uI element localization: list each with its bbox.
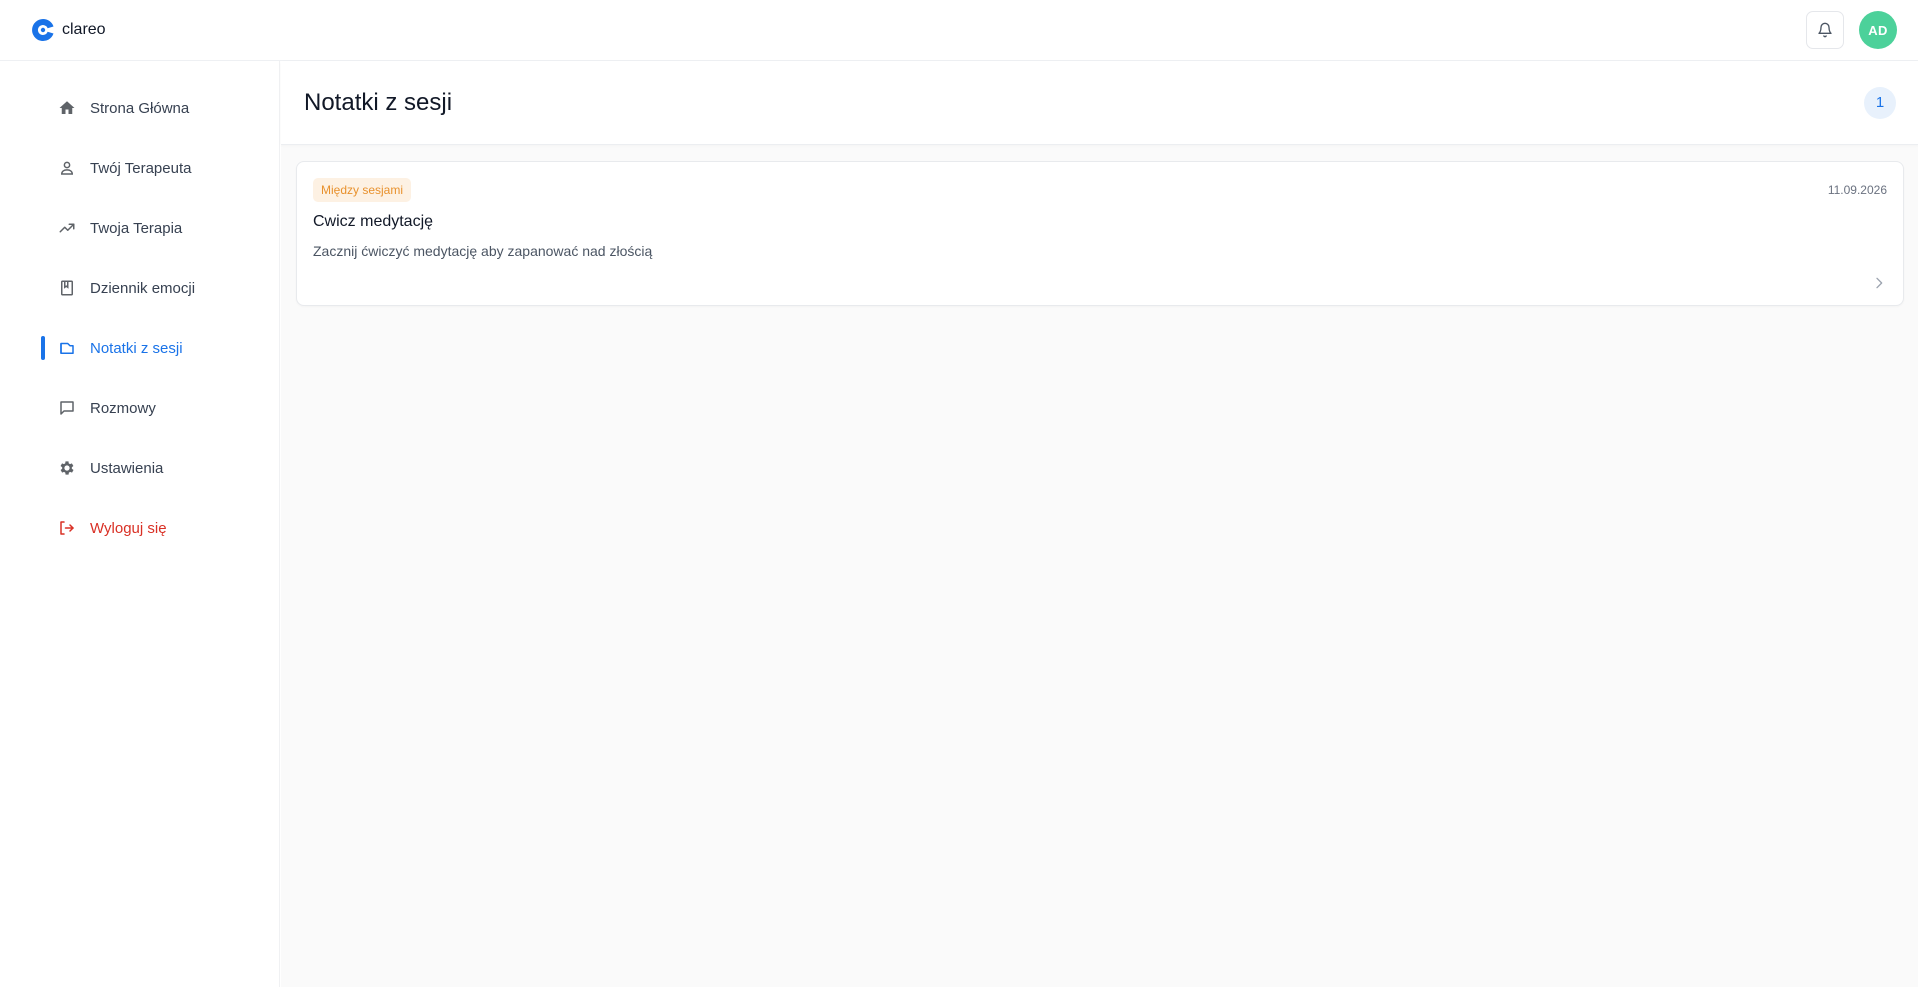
sidebar-item-label: Twoja Terapia	[90, 219, 183, 237]
sidebar-item-logout[interactable]: Wyloguj się	[0, 498, 279, 558]
sidebar-item-home[interactable]: Strona Główna	[0, 78, 279, 138]
book-icon	[57, 278, 77, 298]
page-title: Notatki z sesji	[304, 88, 453, 116]
gear-icon	[57, 458, 77, 478]
sidebar-item-session-notes[interactable]: Notatki z sesji	[0, 318, 279, 378]
sidebar-item-settings[interactable]: Ustawienia	[0, 438, 279, 498]
note-description: Zacznij ćwiczyć medytację aby zapanować …	[313, 243, 653, 259]
sidebar-item-label: Dziennik emocji	[90, 279, 196, 297]
user-avatar[interactable]: AD	[1859, 11, 1897, 49]
note-category-tag: Między sesjami	[313, 178, 412, 202]
sidebar: Strona Główna Twój Terapeuta Twoja Terap…	[0, 61, 280, 987]
active-indicator	[41, 336, 45, 360]
clareo-logo-icon	[32, 18, 54, 41]
sidebar-item-conversations[interactable]: Rozmowy	[0, 378, 279, 438]
folder-note-icon	[57, 338, 77, 358]
note-title: Cwicz medytację	[313, 213, 434, 230]
logout-icon	[57, 518, 77, 538]
sidebar-item-label: Strona Główna	[90, 99, 190, 117]
notes-list: Między sesjami 11.09.2026 Cwicz medytacj…	[281, 145, 1918, 306]
main-content: Notatki z sesji 1 Między sesjami 11.09.2…	[281, 61, 1918, 987]
sidebar-item-label: Rozmowy	[90, 399, 156, 417]
sidebar-item-label: Notatki z sesji	[90, 339, 183, 357]
page-header: Notatki z sesji 1	[281, 61, 1918, 145]
sidebar-item-label: Ustawienia	[90, 459, 164, 477]
chat-icon	[57, 398, 77, 418]
sidebar-item-therapist[interactable]: Twój Terapeuta	[0, 138, 279, 198]
sidebar-nav: Strona Główna Twój Terapeuta Twoja Terap…	[0, 61, 279, 558]
sidebar-item-emotion-journal[interactable]: Dziennik emocji	[0, 258, 279, 318]
chevron-right-icon	[1876, 277, 1883, 289]
top-actions: AD	[1806, 11, 1897, 49]
top-bar: clareo AD	[0, 0, 1918, 61]
notifications-button[interactable]	[1806, 11, 1844, 49]
note-card[interactable]: Między sesjami 11.09.2026 Cwicz medytacj…	[296, 161, 1904, 306]
brand[interactable]: clareo	[30, 17, 106, 43]
notes-count-badge: 1	[1864, 86, 1896, 119]
sidebar-item-therapy[interactable]: Twoja Terapia	[0, 198, 279, 258]
note-date: 11.09.2026	[1827, 183, 1887, 197]
bell-icon	[1818, 22, 1832, 38]
note-card-header: Między sesjami 11.09.2026	[313, 178, 1887, 202]
sidebar-item-label: Twój Terapeuta	[90, 159, 192, 177]
trending-up-icon	[57, 218, 77, 238]
home-icon	[57, 98, 77, 118]
sidebar-item-label: Wyloguj się	[90, 519, 167, 537]
brand-name: clareo	[62, 21, 106, 38]
person-icon	[57, 158, 77, 178]
